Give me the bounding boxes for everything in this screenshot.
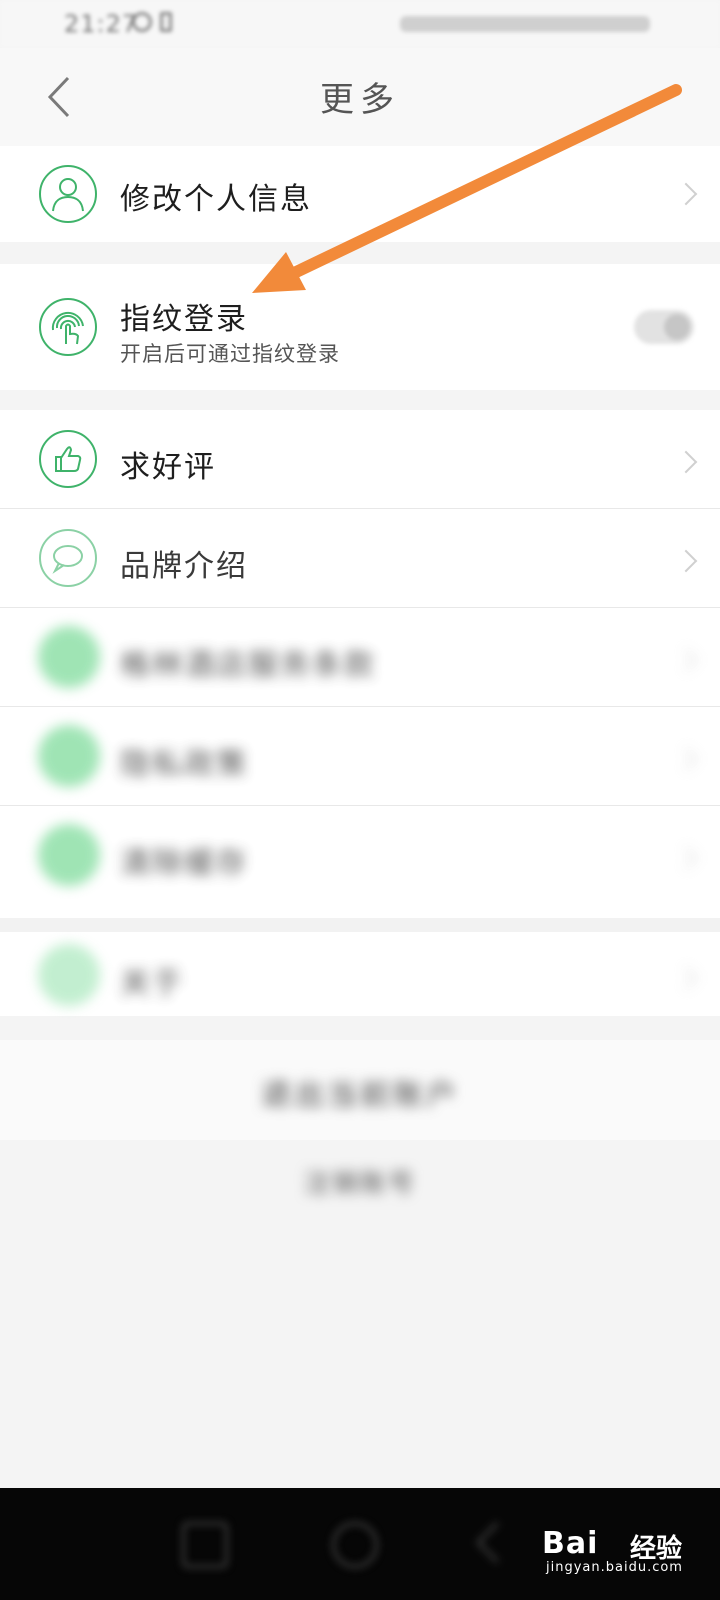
chevron-right-icon (674, 846, 698, 870)
fingerprint-login-label: 指纹登录 (120, 302, 248, 337)
toggle-knob (664, 314, 690, 340)
privacy-policy-row[interactable]: 隐私政策 (0, 707, 720, 805)
recent-apps-button[interactable] (182, 1522, 228, 1568)
clear-cache-row[interactable]: 清除缓存 (0, 806, 720, 904)
chevron-right-icon (674, 182, 698, 206)
chevron-right-icon (674, 747, 698, 771)
trash-icon (38, 824, 100, 886)
home-button[interactable] (332, 1522, 378, 1568)
user-icon (39, 165, 97, 223)
edit-profile-row[interactable]: 修改个人信息 (0, 146, 720, 242)
rate-app-label: 求好评 (120, 450, 216, 485)
edit-profile-label: 修改个人信息 (120, 182, 312, 217)
chat-bubble-icon (39, 529, 97, 587)
rate-app-row[interactable]: 求好评 (0, 410, 720, 508)
chevron-right-icon (674, 648, 698, 672)
service-terms-row[interactable]: 格林酒店服务条款 (0, 608, 720, 706)
chevron-right-icon (674, 966, 698, 990)
fingerprint-login-toggle[interactable] (634, 310, 694, 344)
section-gap (0, 918, 720, 932)
brand-intro-row[interactable]: 品牌介绍 (0, 509, 720, 607)
info-icon (38, 944, 100, 1006)
privacy-policy-label: 隐私政策 (120, 747, 248, 782)
fingerprint-login-row: 指纹登录 开启后可通过指纹登录 (0, 264, 720, 390)
watermark-url: jingyan.baidu.com (546, 1560, 683, 1575)
about-row[interactable]: 关于 (0, 932, 720, 1016)
fingerprint-touch-icon (39, 298, 97, 356)
alarm-icon (132, 12, 152, 32)
logout-label: 退出当前账户 (261, 1078, 459, 1113)
clear-cache-label: 清除缓存 (120, 846, 248, 881)
baidu-jingyan-watermark: Bai 经验 jingyan.baidu.com (542, 1522, 712, 1578)
service-terms-label: 格林酒店服务条款 (120, 648, 376, 683)
back-nav-button[interactable] (475, 1521, 518, 1564)
chevron-right-icon (674, 549, 698, 573)
thumbs-up-icon (39, 430, 97, 488)
watermark-brand: Bai (542, 1526, 599, 1561)
fingerprint-group: 指纹登录 开启后可通过指纹登录 (0, 264, 720, 390)
page-title: 更多 (320, 80, 400, 120)
brand-intro-label: 品牌介绍 (120, 549, 248, 584)
profile-group: 修改个人信息 (0, 146, 720, 242)
status-bar: 21:27 (0, 0, 720, 48)
chevron-right-icon (674, 450, 698, 474)
shield-icon (38, 725, 100, 787)
settings-list-group: 求好评 品牌介绍 格林酒店服务条款 隐私政策 清除缓存 关于 (0, 410, 720, 1016)
fingerprint-login-description: 开启后可通过指纹登录 (120, 342, 340, 366)
deactivate-account-link[interactable]: 注销账号 (0, 1163, 720, 1200)
bluetooth-icon (160, 12, 172, 32)
header-bar: 更多 (0, 48, 720, 146)
status-indicators (400, 16, 650, 32)
about-label: 关于 (120, 966, 184, 1001)
status-time: 21:27 (64, 10, 139, 38)
document-icon (38, 626, 100, 688)
logout-button[interactable]: 退出当前账户 (0, 1040, 720, 1140)
